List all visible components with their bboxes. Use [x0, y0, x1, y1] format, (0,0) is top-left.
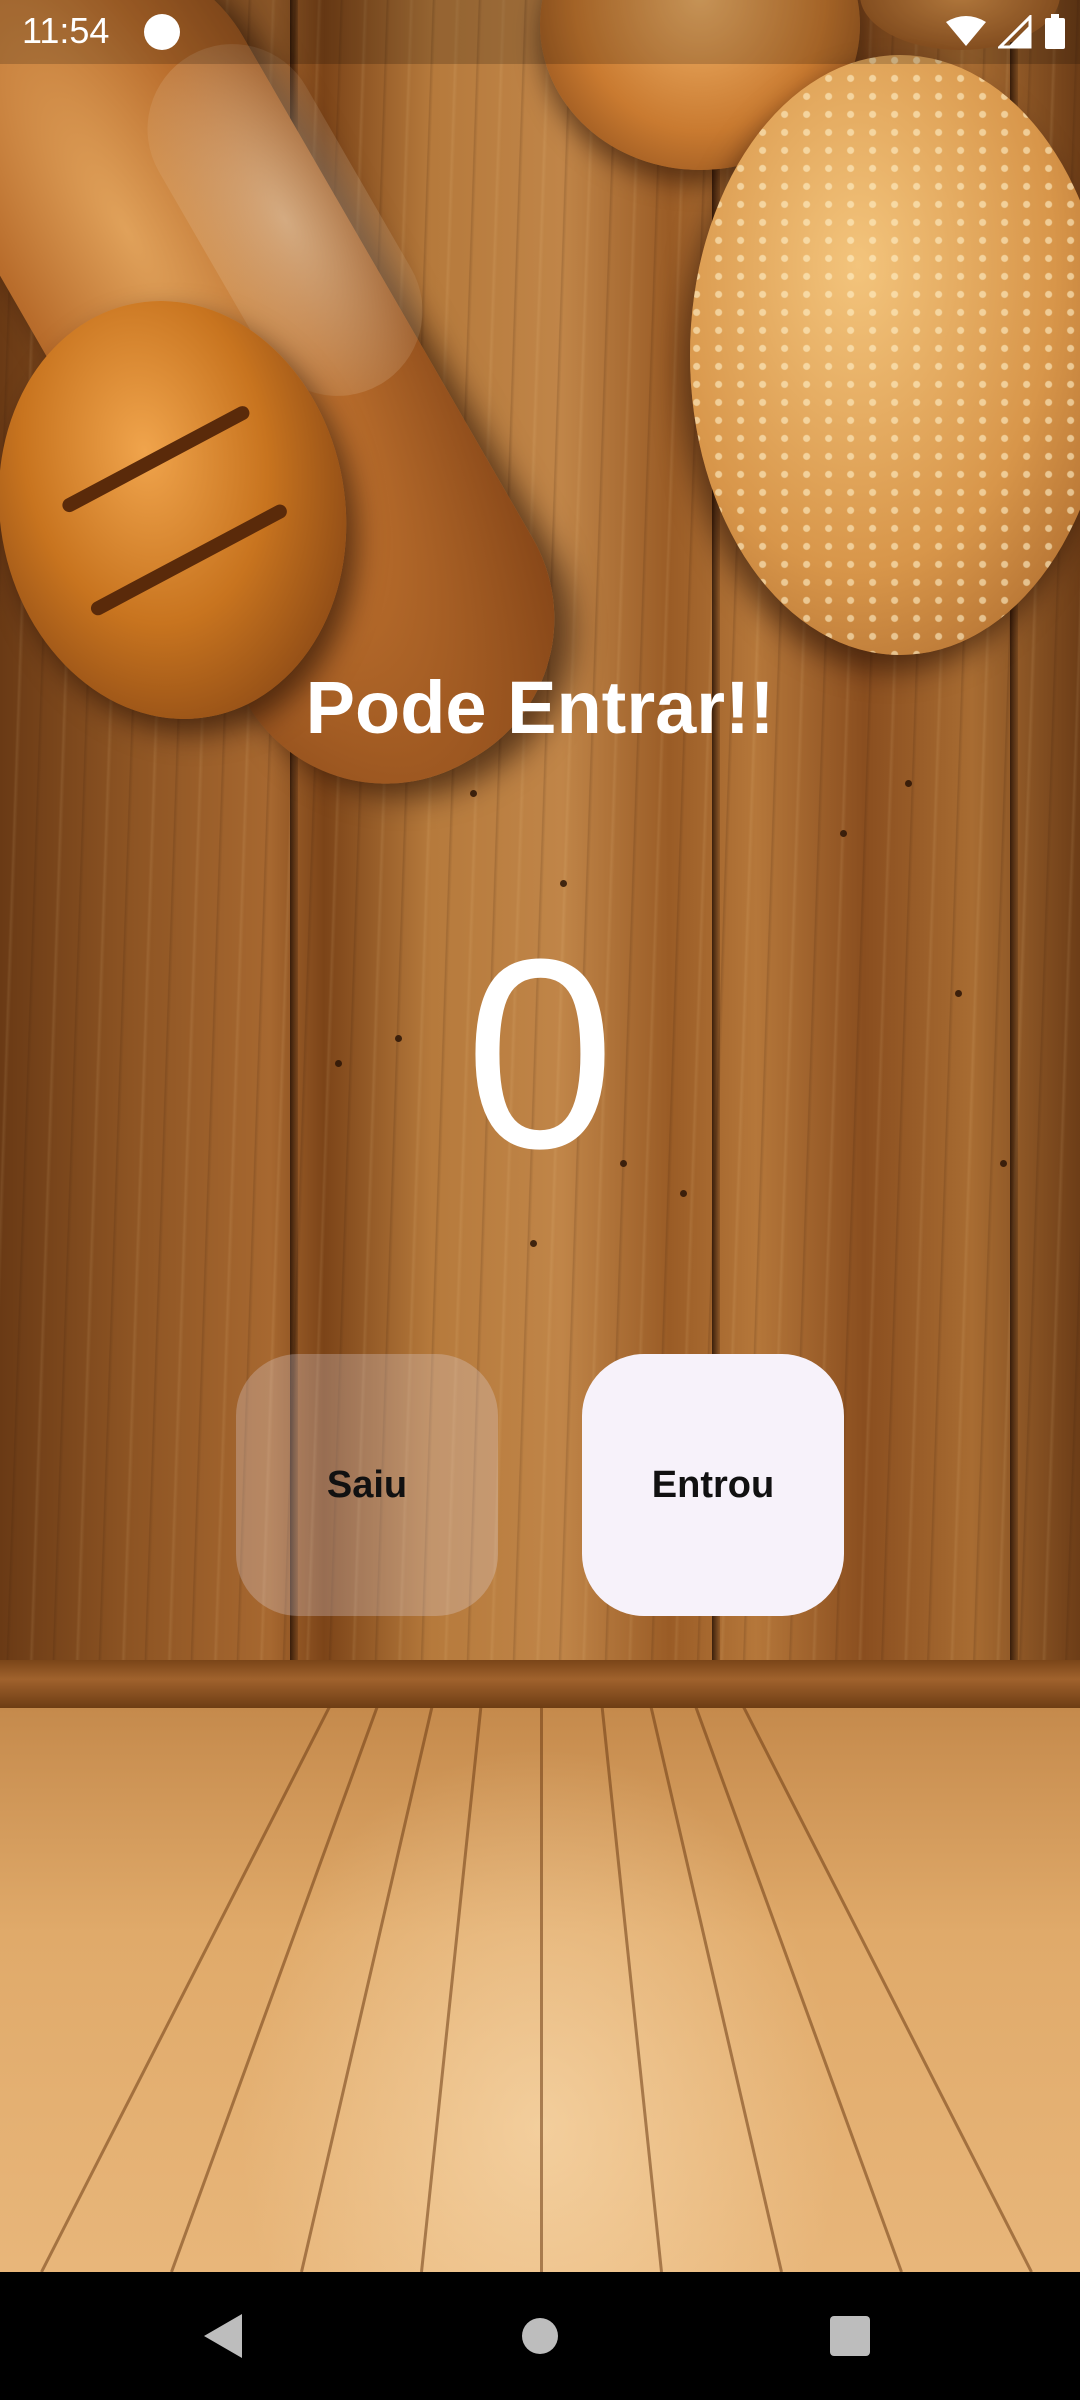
navigation-bar — [0, 2272, 1080, 2400]
page-title: Pode Entrar!! — [305, 666, 775, 749]
floor-line — [300, 1708, 461, 2272]
wood-floor — [0, 1708, 1080, 2272]
floor-line — [622, 1708, 783, 2272]
home-icon[interactable] — [522, 2318, 558, 2354]
wood-ledge — [0, 1660, 1080, 1708]
wood-knot — [680, 1190, 687, 1197]
status-icons — [946, 12, 1066, 52]
wood-knot — [840, 830, 847, 837]
cell-signal-icon — [998, 15, 1032, 49]
floor-line — [586, 1708, 663, 2272]
app-notification-icon — [144, 14, 180, 50]
status-time: 11:54 — [22, 10, 110, 51]
floor-line — [170, 1708, 413, 2272]
saiu-button[interactable]: Saiu — [236, 1354, 498, 1616]
wood-knot — [560, 880, 567, 887]
entrou-button[interactable]: Entrou — [582, 1354, 844, 1616]
app-screen: 11:54 Pode Entrar!! 0 Saiu Entrou — [0, 0, 1080, 2400]
wifi-icon — [946, 16, 986, 46]
roll-score — [59, 403, 252, 515]
wood-knot — [530, 1240, 537, 1247]
roll-score — [88, 502, 290, 618]
floor-line — [420, 1708, 497, 2272]
floor-line — [660, 1708, 903, 2272]
battery-icon — [1045, 14, 1065, 49]
people-counter: 0 — [464, 904, 616, 1205]
recents-icon[interactable] — [830, 2316, 870, 2356]
wood-knot — [470, 790, 477, 797]
floor-line — [540, 1708, 543, 2272]
status-bar: 11:54 — [0, 0, 1080, 64]
back-icon[interactable] — [204, 2314, 242, 2358]
wood-knot — [905, 780, 912, 787]
